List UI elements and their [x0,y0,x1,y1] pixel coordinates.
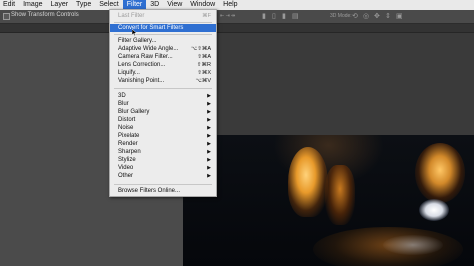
last-filter-label: Last Filter [118,13,145,19]
filter-menu-dropdown: Last Filter ⌘F Convert for Smart Filters… [109,9,217,197]
menu-item-label: Browse Filters Online... [118,188,181,194]
submenu-other[interactable]: Other ▶ [110,172,216,180]
submenu-3d[interactable]: 3D ▶ [110,92,216,100]
3d-roll-icon[interactable]: ◎ [363,13,369,20]
submenu-label: Blur [118,101,129,107]
submenu-arrow-icon: ▶ [207,117,211,123]
submenu-arrow-icon: ▶ [207,125,211,131]
submenu-arrow-icon: ▶ [207,149,211,155]
menu-image[interactable]: Image [19,0,46,10]
menu-item-lens-correction[interactable]: Lens Correction... ⇧⌘R [110,61,216,69]
align-right-icon[interactable]: ▮ [282,13,286,20]
document-image [183,135,474,266]
submenu-label: Pixelate [118,133,140,139]
show-transform-controls-label: Show Transform Controls [11,12,79,18]
menu-item-filter-gallery[interactable]: Filter Gallery... [110,37,216,45]
3d-pan-icon[interactable]: ✥ [374,13,380,20]
menu-item-label: Liquify... [118,70,140,76]
distribute-icon[interactable]: ▤ [292,13,299,20]
submenu-arrow-icon: ▶ [207,173,211,179]
menu-item-shortcut: ⌥⇧⌘A [190,46,211,52]
menu-layer[interactable]: Layer [47,0,73,10]
menu-item-label: Adaptive Wide Angle... [118,46,179,52]
menu-item-shortcut: ⇧⌘R [196,62,211,68]
submenu-label: Blur Gallery [118,109,150,115]
submenu-pixelate[interactable]: Pixelate ▶ [110,132,216,140]
3d-rotate-icon[interactable]: ⟲ [352,13,358,20]
submenu-noise[interactable]: Noise ▶ [110,124,216,132]
align-options-label: ⇤ ⇥ ⇹ [220,13,236,19]
document-tab-strip [0,24,474,33]
show-transform-controls-checkbox[interactable] [3,13,10,20]
submenu-label: Sharpen [118,149,141,155]
submenu-arrow-icon: ▶ [207,93,211,99]
menu-item-label: Vanishing Point... [118,78,165,84]
menu-separator [114,34,212,35]
submenu-video[interactable]: Video ▶ [110,164,216,172]
dark-panel-area [183,33,474,135]
align-center-icon[interactable]: ▯ [272,13,276,20]
menu-item-label: Filter Gallery... [118,38,157,44]
menu-edit[interactable]: Edit [0,0,19,10]
submenu-stylize[interactable]: Stylize ▶ [110,156,216,164]
menu-item-last-filter: Last Filter ⌘F [110,12,216,20]
submenu-label: Noise [118,125,134,131]
menu-item-shortcut: ⇧⌘A [197,54,211,60]
submenu-label: Render [118,141,138,147]
menu-type[interactable]: Type [72,0,95,10]
3d-scale-icon[interactable]: ▣ [396,13,403,20]
submenu-blur[interactable]: Blur ▶ [110,100,216,108]
menu-item-adaptive-wide-angle[interactable]: Adaptive Wide Angle... ⌥⇧⌘A [110,45,216,53]
menu-item-vanishing-point[interactable]: Vanishing Point... ⌥⌘V [110,77,216,85]
menu-separator [114,88,212,89]
image-highlight-right [415,143,465,203]
options-bar: Show Transform Controls ⇤ ⇥ ⇹ ▮ ▯ ▮ ▤ 3D… [0,10,474,24]
menu-item-browse-filters-online[interactable]: Browse Filters Online... [110,187,216,195]
convert-for-smart-filters-label: Convert for Smart Filters [118,25,184,31]
submenu-arrow-icon: ▶ [207,101,211,107]
submenu-label: Stylize [118,157,136,163]
3d-mode-label: 3D Mode: [330,13,352,19]
submenu-arrow-icon: ▶ [207,133,211,139]
mouse-cursor-icon [132,29,138,36]
submenu-arrow-icon: ▶ [207,141,211,147]
menu-item-label: Camera Raw Filter... [118,54,173,60]
align-left-icon[interactable]: ▮ [262,13,266,20]
submenu-render[interactable]: Render ▶ [110,140,216,148]
image-highlight-orange [288,147,328,217]
menu-separator [114,184,212,185]
menu-item-camera-raw-filter[interactable]: Camera Raw Filter... ⇧⌘A [110,53,216,61]
submenu-distort[interactable]: Distort ▶ [110,116,216,124]
image-highlight-amber [325,165,355,225]
menu-item-shortcut: ⇧⌘X [197,70,211,76]
image-reflection [383,235,443,255]
last-filter-shortcut: ⌘F [202,13,211,19]
submenu-label: 3D [118,93,126,99]
submenu-label: Video [118,165,134,171]
submenu-sharpen[interactable]: Sharpen ▶ [110,148,216,156]
image-highlight-white [419,199,449,221]
menu-separator [114,22,212,23]
3d-slide-icon[interactable]: ⇕ [385,13,391,20]
menu-item-convert-for-smart-filters[interactable]: Convert for Smart Filters [110,24,216,32]
submenu-label: Distort [118,117,136,123]
menu-item-label: Lens Correction... [118,62,166,68]
submenu-arrow-icon: ▶ [207,109,211,115]
menu-item-shortcut: ⌥⌘V [195,78,211,84]
menu-help[interactable]: Help [219,0,241,10]
submenu-arrow-icon: ▶ [207,157,211,163]
submenu-label: Other [118,173,134,179]
submenu-blur-gallery[interactable]: Blur Gallery ▶ [110,108,216,116]
menu-item-liquify[interactable]: Liquify... ⇧⌘X [110,69,216,77]
submenu-arrow-icon: ▶ [207,165,211,171]
